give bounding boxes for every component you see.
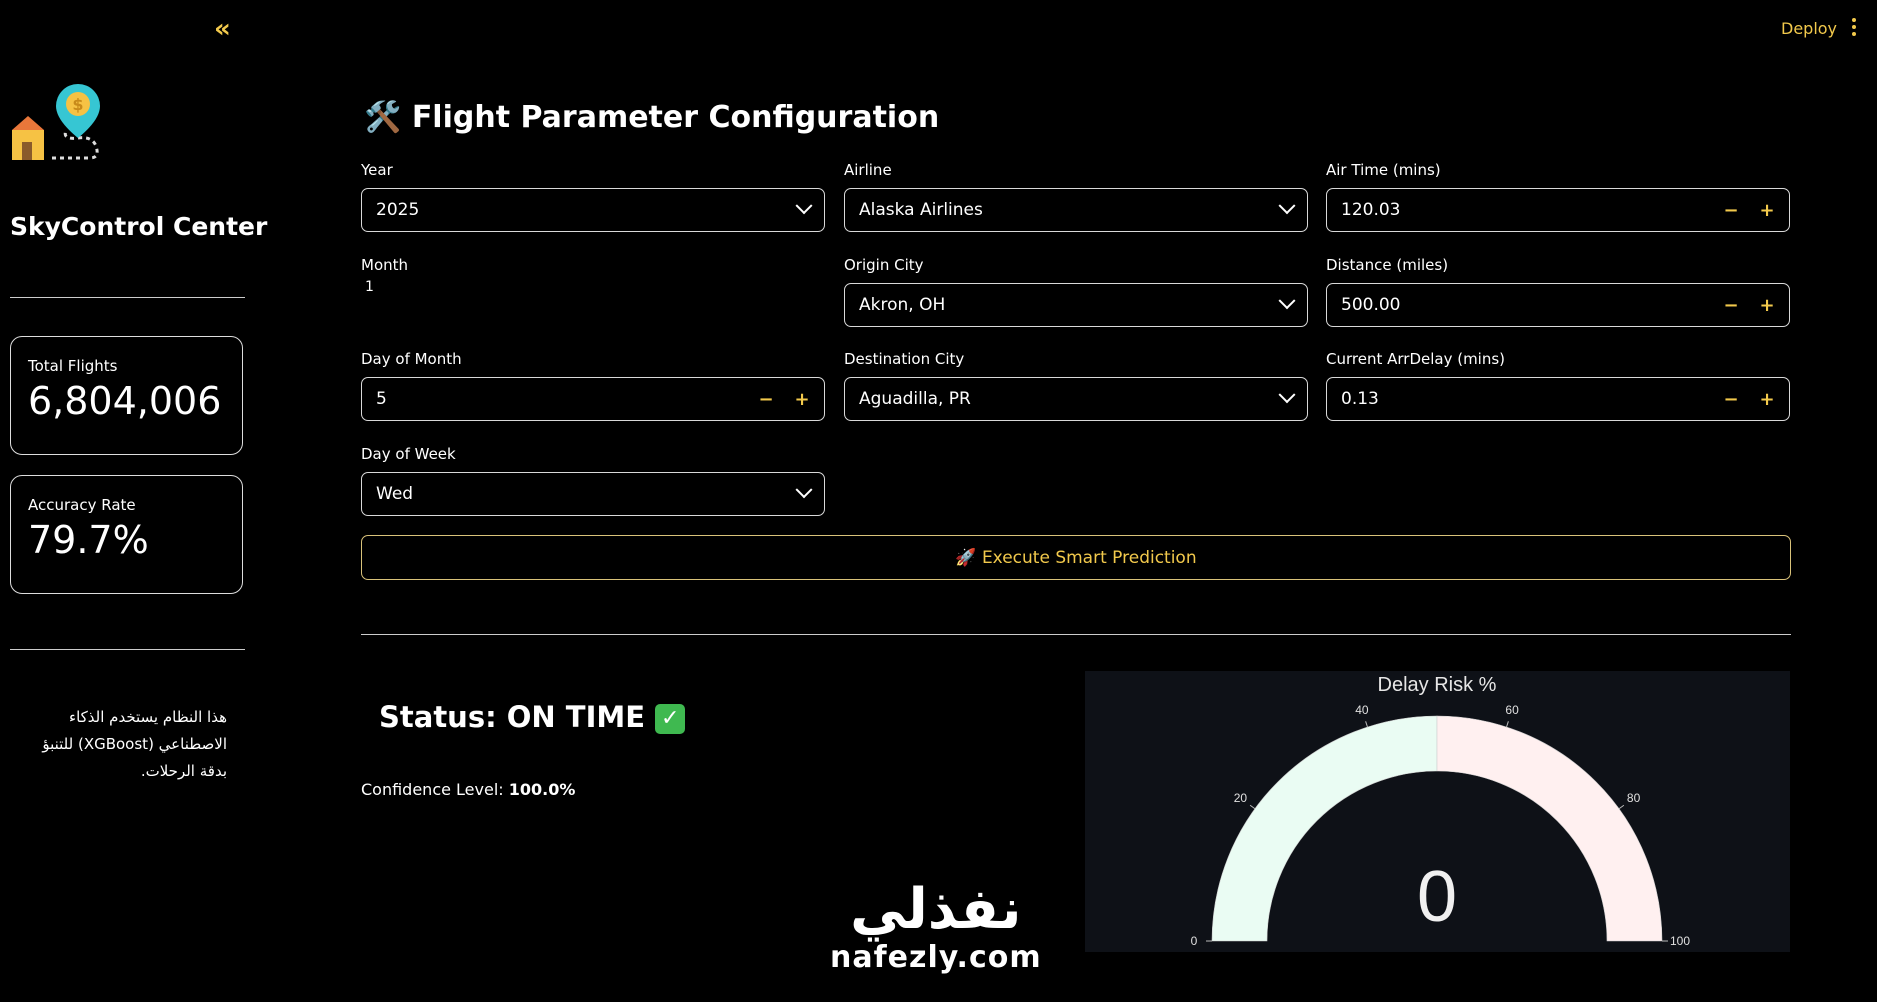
- destination-select[interactable]: Aguadilla, PR: [844, 377, 1308, 421]
- gauge-tick-label: 20: [1234, 791, 1248, 805]
- gauge-tick-label: 40: [1355, 703, 1369, 717]
- page-title: 🛠️ Flight Parameter Configuration: [364, 100, 939, 135]
- deploy-button[interactable]: Deploy: [1781, 19, 1837, 38]
- confidence-label: Confidence Level:: [361, 780, 509, 799]
- page-title-text: Flight Parameter Configuration: [411, 100, 940, 135]
- metric-value: 6,804,006: [28, 379, 222, 423]
- collapse-sidebar-icon[interactable]: «: [214, 14, 231, 44]
- kebab-menu-icon[interactable]: [1852, 18, 1858, 39]
- sidebar-divider: [10, 297, 245, 298]
- day-of-month-label: Day of Month: [361, 350, 462, 368]
- air-time-input[interactable]: 120.03 − +: [1326, 188, 1790, 232]
- year-select[interactable]: 2025: [361, 188, 825, 232]
- app-logo: $: [8, 80, 103, 179]
- gauge-value: 0: [1417, 857, 1457, 937]
- day-of-week-label: Day of Week: [361, 445, 456, 463]
- status-text: Status: ON TIME: [379, 700, 646, 734]
- chevron-down-icon: [1278, 197, 1296, 215]
- air-time-label: Air Time (mins): [1326, 161, 1441, 179]
- chevron-down-icon: [1278, 292, 1296, 310]
- month-value[interactable]: 1: [365, 279, 374, 295]
- increment-button[interactable]: +: [1749, 200, 1785, 221]
- gauge-tick: [1618, 804, 1625, 810]
- decrement-button[interactable]: −: [748, 389, 784, 410]
- watermark-latin: nafezly.com: [830, 940, 1042, 975]
- decrement-button[interactable]: −: [1713, 295, 1749, 316]
- delay-risk-gauge: Delay Risk % 0 20 40 60 80 100 0: [1085, 671, 1790, 952]
- airline-value: Alaska Airlines: [859, 200, 983, 220]
- month-label: Month: [361, 256, 409, 274]
- day-of-week-select[interactable]: Wed: [361, 472, 825, 516]
- gauge-tick-label: 80: [1627, 791, 1641, 805]
- confidence-value: 100.0%: [508, 780, 576, 799]
- chevron-down-icon: [795, 197, 813, 215]
- metric-card-accuracy-rate: Accuracy Rate 79.7%: [10, 475, 243, 594]
- gauge-svg: Delay Risk % 0 20 40 60 80 100 0: [1191, 674, 1691, 948]
- gauge-band-1: [1436, 715, 1663, 942]
- check-mark-icon: ✓: [655, 704, 686, 734]
- gauge-tick-label: 0: [1191, 934, 1198, 948]
- day-of-week-value: Wed: [376, 484, 414, 504]
- chevron-down-icon: [1278, 386, 1296, 404]
- distance-label: Distance (miles): [1326, 256, 1449, 274]
- destination-value: Aguadilla, PR: [859, 389, 971, 409]
- arr-delay-value: 0.13: [1341, 389, 1379, 409]
- distance-input[interactable]: 500.00 − +: [1326, 283, 1790, 327]
- gauge-tick: [1249, 804, 1256, 810]
- gauge-tick: [1506, 721, 1509, 728]
- app-name: SkyControl Center: [10, 212, 268, 241]
- decrement-button[interactable]: −: [1713, 200, 1749, 221]
- origin-label: Origin City: [844, 256, 924, 274]
- tools-icon: 🛠️: [364, 100, 402, 135]
- status-heading: Status: ON TIME ✓: [379, 700, 686, 734]
- air-time-value: 120.03: [1341, 200, 1401, 220]
- distance-value: 500.00: [1341, 295, 1401, 315]
- destination-label: Destination City: [844, 350, 965, 368]
- increment-button[interactable]: +: [784, 389, 820, 410]
- metric-value: 79.7%: [28, 518, 149, 562]
- metric-label: Accuracy Rate: [28, 496, 136, 514]
- watermark-arabic: نفذلي: [850, 877, 1022, 942]
- svg-text:$: $: [72, 95, 83, 114]
- main-divider: [361, 634, 1791, 635]
- arr-delay-label: Current ArrDelay (mins): [1326, 350, 1506, 368]
- increment-button[interactable]: +: [1749, 295, 1785, 316]
- gauge-tick: [1365, 721, 1368, 728]
- gauge-tick-label: 100: [1670, 934, 1690, 948]
- decrement-button[interactable]: −: [1713, 389, 1749, 410]
- chart-title: Delay Risk %: [1378, 674, 1497, 696]
- chevron-down-icon: [795, 481, 813, 499]
- increment-button[interactable]: +: [1749, 389, 1785, 410]
- year-value: 2025: [376, 200, 420, 220]
- confidence-level: Confidence Level: 100.0%: [361, 780, 575, 799]
- origin-select[interactable]: Akron, OH: [844, 283, 1308, 327]
- year-label: Year: [361, 161, 393, 179]
- airline-label: Airline: [844, 161, 892, 179]
- day-of-month-input[interactable]: 5 − +: [361, 377, 825, 421]
- watermark-logo: نفذلي nafezly.com: [830, 877, 1042, 976]
- metric-label: Total Flights: [28, 357, 118, 375]
- origin-value: Akron, OH: [859, 295, 946, 315]
- sidebar-divider: [10, 649, 245, 650]
- airline-select[interactable]: Alaska Airlines: [844, 188, 1308, 232]
- gauge-band-0: [1211, 715, 1438, 942]
- arr-delay-input[interactable]: 0.13 − +: [1326, 377, 1790, 421]
- sidebar-description: هذا النظام يستخدم الذكاء الاصطناعي (XGBo…: [42, 708, 227, 780]
- execute-prediction-button[interactable]: 🚀 Execute Smart Prediction: [361, 535, 1791, 580]
- metric-card-total-flights: Total Flights 6,804,006: [10, 336, 243, 455]
- gauge-tick-label: 60: [1505, 703, 1519, 717]
- day-of-month-value: 5: [376, 389, 387, 409]
